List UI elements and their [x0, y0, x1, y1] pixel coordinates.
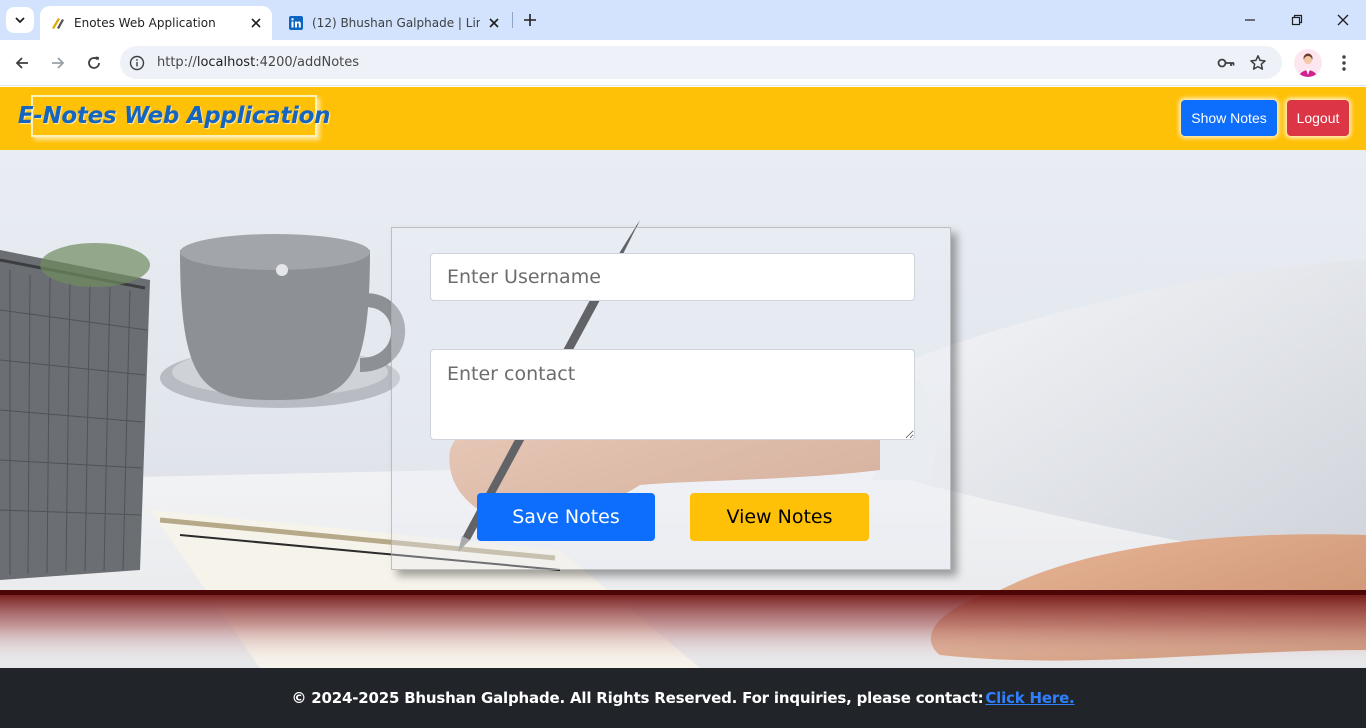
- contact-textarea[interactable]: [430, 349, 915, 440]
- restore-button[interactable]: [1283, 6, 1311, 34]
- tab-enotes[interactable]: Enotes Web Application: [40, 6, 272, 40]
- browser-menu-button[interactable]: [1332, 50, 1356, 76]
- browser-tabstrip: Enotes Web Application (12) Bhushan Galp…: [0, 0, 1366, 40]
- hero-background: Save Notes View Notes: [0, 150, 1366, 668]
- close-window-button[interactable]: [1329, 6, 1357, 34]
- tab-title: Enotes Web Application: [74, 16, 216, 30]
- reload-icon: [88, 56, 100, 69]
- view-notes-button[interactable]: View Notes: [690, 493, 869, 541]
- url-host: localhost: [196, 55, 256, 70]
- footer-text: © 2024-2025 Bhushan Galphade. All Rights…: [291, 689, 984, 707]
- plus-icon: [524, 14, 536, 26]
- arrow-left-icon: [15, 57, 28, 69]
- enotes-favicon-icon: [50, 15, 66, 31]
- key-icon[interactable]: [1216, 53, 1236, 73]
- show-notes-button[interactable]: Show Notes: [1181, 100, 1277, 136]
- back-button[interactable]: [9, 50, 35, 76]
- save-notes-button[interactable]: Save Notes: [477, 493, 655, 541]
- site-info-icon[interactable]: [128, 54, 146, 72]
- close-icon[interactable]: [248, 15, 264, 31]
- close-icon[interactable]: [486, 15, 502, 31]
- url-text: http://localhost:4200/addNotes: [157, 55, 359, 70]
- chevron-down-icon: [15, 17, 25, 24]
- minimize-button[interactable]: [1236, 6, 1264, 34]
- add-note-form: Save Notes View Notes: [391, 227, 951, 570]
- page-footer: © 2024-2025 Bhushan Galphade. All Rights…: [0, 668, 1366, 728]
- tab-search-button[interactable]: [6, 7, 34, 33]
- close-icon: [1337, 14, 1349, 26]
- new-tab-button[interactable]: [518, 8, 542, 32]
- tab-title: (12) Bhushan Galphade | LinkedIn: [312, 16, 480, 30]
- profile-avatar[interactable]: [1294, 49, 1322, 77]
- username-input[interactable]: [430, 253, 915, 301]
- forward-button[interactable]: [45, 50, 71, 76]
- url-path: :4200/addNotes: [255, 55, 360, 70]
- page-viewport: E-Notes Web Application Show Notes Logou…: [0, 87, 1366, 728]
- brand-logo[interactable]: E-Notes Web Application: [18, 95, 330, 137]
- tab-linkedin[interactable]: (12) Bhushan Galphade | LinkedIn: [278, 6, 510, 40]
- address-bar[interactable]: http://localhost:4200/addNotes: [120, 46, 1282, 79]
- restore-icon: [1291, 14, 1303, 26]
- more-vertical-icon: [1342, 55, 1346, 71]
- reload-button[interactable]: [81, 50, 107, 76]
- brand-title: E-Notes Web Application: [17, 103, 331, 129]
- footer-contact-link[interactable]: Click Here.: [985, 689, 1074, 707]
- tab-separator: [512, 12, 513, 28]
- url-scheme: http://: [157, 55, 197, 70]
- app-header: E-Notes Web Application Show Notes Logou…: [0, 87, 1366, 150]
- arrow-right-icon: [52, 57, 65, 69]
- avatar-icon: [1299, 53, 1317, 77]
- bookmark-star-icon[interactable]: [1248, 53, 1268, 73]
- logout-button[interactable]: Logout: [1287, 100, 1349, 136]
- linkedin-favicon-icon: [288, 15, 304, 31]
- minimize-icon: [1245, 19, 1255, 21]
- browser-toolbar: http://localhost:4200/addNotes: [0, 40, 1366, 86]
